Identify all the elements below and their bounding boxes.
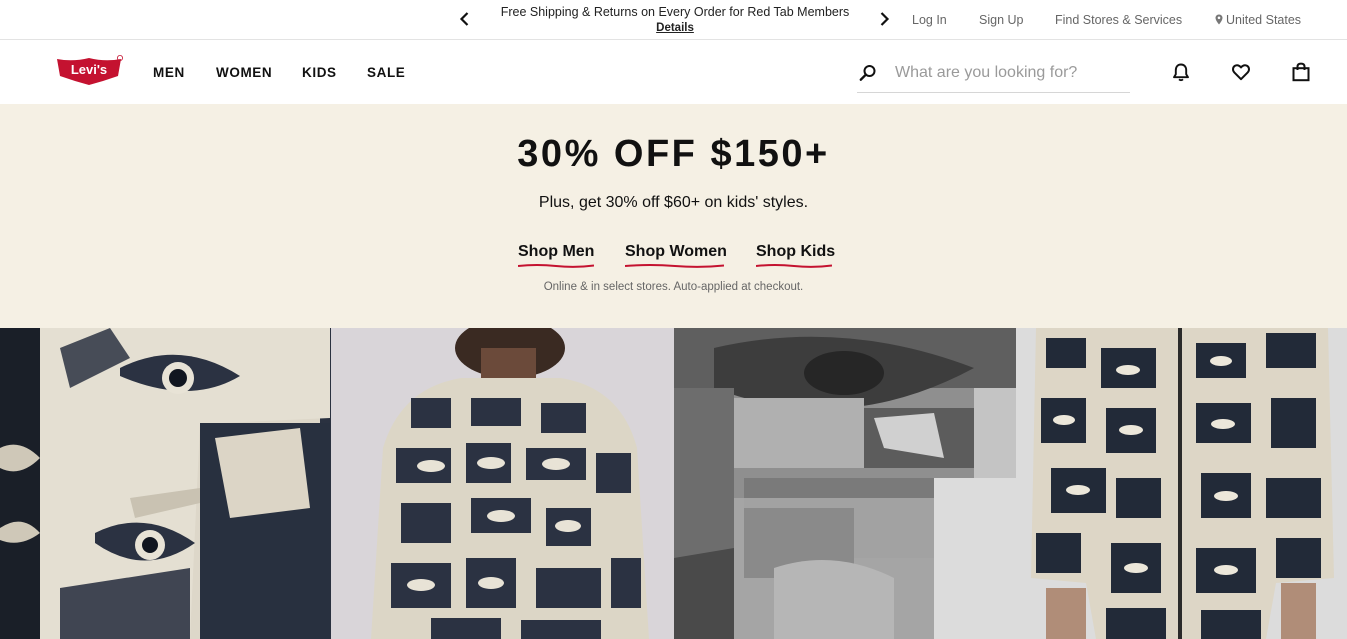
shop-women-label: Shop Women — [625, 243, 727, 260]
location-pin-icon — [1215, 14, 1223, 25]
promo-banner: 30% OFF $150+ Plus, get 30% off $60+ on … — [0, 104, 1347, 328]
utility-bar: Free Shipping & Returns on Every Order f… — [0, 0, 1347, 40]
search-bar — [857, 52, 1130, 93]
image-tile-fabric-detail[interactable] — [674, 328, 1016, 639]
country-label: United States — [1226, 13, 1302, 27]
nav-kids[interactable]: KIDS — [302, 65, 337, 80]
underline-squiggle — [518, 264, 594, 268]
shop-kids-link[interactable]: Shop Kids — [756, 243, 836, 268]
nav-women[interactable]: WOMEN — [216, 65, 272, 80]
heart-icon[interactable] — [1231, 62, 1251, 82]
signup-link[interactable]: Sign Up — [979, 13, 1023, 27]
shop-men-label: Shop Men — [518, 243, 595, 260]
product-image-grid — [0, 328, 1347, 639]
search-input[interactable] — [895, 61, 1125, 85]
find-stores-link[interactable]: Find Stores & Services — [1055, 13, 1182, 27]
shop-kids-label: Shop Kids — [756, 243, 836, 260]
image-tile-eye-closeup[interactable] — [0, 328, 331, 639]
promo-text: Free Shipping & Returns on Every Order f… — [500, 5, 850, 19]
promo-subtitle: Plus, get 30% off $60+ on kids' styles. — [538, 194, 809, 211]
login-link[interactable]: Log In — [912, 13, 947, 27]
bell-icon[interactable] — [1171, 62, 1191, 82]
search-icon[interactable] — [859, 64, 877, 82]
promo-disclaimer: Online & in select stores. Auto-applied … — [543, 281, 804, 293]
bag-icon[interactable] — [1291, 62, 1311, 82]
country-selector[interactable]: United States — [1215, 13, 1301, 27]
shop-women-link[interactable]: Shop Women — [625, 243, 727, 268]
underline-squiggle — [625, 264, 724, 268]
levis-logo[interactable]: Levi's — [55, 55, 125, 88]
promo-title: 30% OFF $150+ — [517, 133, 830, 175]
image-tile-jacket-back[interactable] — [331, 328, 674, 639]
chevron-right-icon[interactable] — [877, 11, 891, 27]
promo-details-link[interactable]: Details — [494, 21, 856, 36]
main-header: Levi's MEN WOMEN KIDS SALE — [0, 40, 1347, 104]
logo-wordmark: Levi's — [71, 62, 107, 77]
promo-message: Free Shipping & Returns on Every Order f… — [494, 5, 856, 36]
image-tile-jacket-front[interactable] — [1016, 328, 1347, 639]
nav-sale[interactable]: SALE — [367, 65, 405, 80]
nav-men[interactable]: MEN — [153, 65, 185, 80]
underline-squiggle — [756, 264, 832, 268]
shop-men-link[interactable]: Shop Men — [518, 243, 595, 268]
chevron-left-icon[interactable] — [458, 11, 472, 27]
